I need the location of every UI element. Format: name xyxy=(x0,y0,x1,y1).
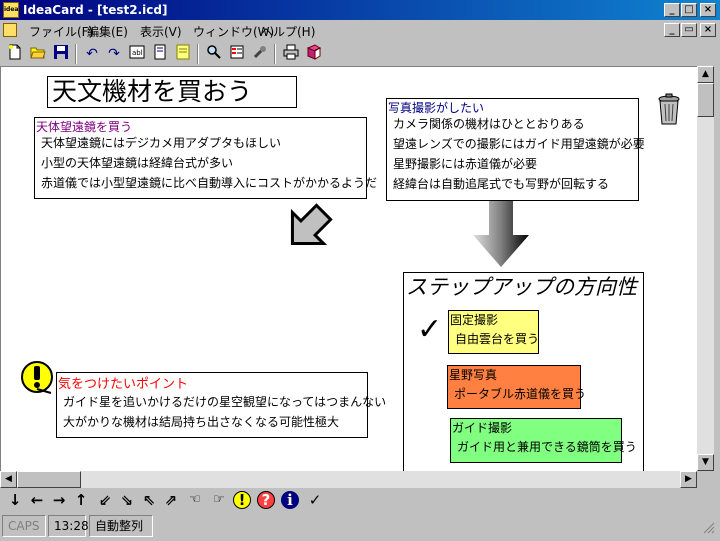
redo-icon[interactable]: ↷ xyxy=(104,44,124,64)
arrow-up-right-icon[interactable]: ⇗ xyxy=(161,490,181,510)
minimize-button[interactable]: _ xyxy=(664,3,680,17)
new-icon[interactable] xyxy=(5,44,25,64)
card-row: ガイド星を追いかけるだけの星空観望になってはつまんない xyxy=(63,395,387,409)
arrow-right-icon[interactable]: → xyxy=(49,490,69,510)
open-icon[interactable] xyxy=(28,44,48,64)
card-row: 小型の天体望遠鏡は経緯台式が多い xyxy=(41,156,234,170)
diagonal-arrow-icon[interactable] xyxy=(282,202,334,254)
check-icon[interactable]: ✓ xyxy=(305,490,325,510)
scroll-down-button[interactable]: ▼ xyxy=(697,454,714,471)
card-canvas[interactable]: 天文機材を買おう 天体望遠鏡を買う 天体望遠鏡にはデジカメ用アダプタもほしい 小… xyxy=(0,66,697,471)
card-row: 経緯台は自動追尾式でも写野が回転する xyxy=(393,177,610,191)
menu-view[interactable]: 表示(V) xyxy=(140,23,182,40)
close-button[interactable]: × xyxy=(700,3,716,17)
horizontal-scrollbar[interactable]: ◀ ▶ xyxy=(0,471,697,488)
vertical-scrollbar[interactable]: ▲ ▼ xyxy=(697,66,714,471)
card-icon[interactable] xyxy=(150,44,170,64)
maximize-button[interactable]: □ xyxy=(681,3,697,17)
card-title: 星野写真 xyxy=(449,368,498,382)
undo-icon[interactable]: ↶ xyxy=(82,44,102,64)
note-icon[interactable] xyxy=(173,44,193,64)
menu-edit[interactable]: 編集(E) xyxy=(87,23,128,40)
svg-text:abl: abl xyxy=(132,49,143,57)
card-star-field[interactable]: 星野写真 ポータブル赤道儀を買う xyxy=(447,365,586,409)
document-icon[interactable] xyxy=(3,23,17,37)
card-row: 星野撮影には赤道儀が必要 xyxy=(393,157,538,171)
wrench-icon[interactable] xyxy=(250,44,270,64)
card-title: 固定撮影 xyxy=(450,313,499,327)
doc-close-button[interactable]: × xyxy=(700,23,716,37)
save-icon[interactable] xyxy=(51,44,71,64)
trash-icon[interactable] xyxy=(655,93,683,127)
info-icon[interactable]: i xyxy=(281,491,299,509)
auto-arrange-status: 自動整列 xyxy=(89,515,153,537)
down-arrow-icon[interactable] xyxy=(471,201,531,267)
toolbar-separator xyxy=(197,44,199,64)
card-row: ポータブル赤道儀を買う xyxy=(454,387,587,401)
card-title: 気をつけたいポイント xyxy=(58,377,189,392)
exclamation-icon[interactable]: ! xyxy=(233,491,251,509)
title-card[interactable]: 天文機材を買おう xyxy=(47,76,297,108)
book-icon[interactable] xyxy=(304,44,324,64)
card-fixed-shooting[interactable]: 固定撮影 自由雲台を買う xyxy=(448,310,539,354)
scroll-left-button[interactable]: ◀ xyxy=(0,471,17,488)
main-toolbar: ↶ ↷ abl xyxy=(0,40,720,66)
title-bar: idea IdeaCard - [test2.icd] _ □ × xyxy=(0,0,720,20)
status-bar: CAPS 13:28 自動整列 xyxy=(0,512,720,540)
title-card-text: 天文機材を買おう xyxy=(52,77,253,106)
hand-right-icon[interactable]: ☞ xyxy=(209,490,229,510)
card-caution[interactable]: 気をつけたいポイント ガイド星を追いかけるだけの星空観望になってはつまんない 大… xyxy=(56,372,386,438)
print-icon[interactable] xyxy=(281,44,301,64)
arrow-down-icon[interactable]: ↓ xyxy=(5,490,25,510)
card-row: 望遠レンズでの撮影にはガイド用望遠鏡が必要 xyxy=(393,137,645,151)
app-icon[interactable]: idea xyxy=(3,2,19,18)
card-telescope[interactable]: 天体望遠鏡を買う 天体望遠鏡にはデジカメ用アダプタもほしい 小型の天体望遠鏡は経… xyxy=(34,117,377,199)
card-row: 天体望遠鏡にはデジカメ用アダプタもほしい xyxy=(41,136,282,150)
card-title: ガイド撮影 xyxy=(452,421,513,435)
card-row: 自由雲台を買う xyxy=(455,332,540,346)
checkmark-icon[interactable]: ✓ xyxy=(417,315,442,345)
resize-grip-icon[interactable] xyxy=(700,515,718,537)
vertical-scroll-thumb[interactable] xyxy=(697,83,714,117)
menu-bar: ファイル(F) 編集(E) 表示(V) ウィンドウ(W) ヘルプ(H) _ ▭ … xyxy=(0,20,720,40)
window-title: IdeaCard - [test2.icd] xyxy=(23,3,168,17)
card-title: 写真撮影がしたい xyxy=(388,101,485,115)
arrow-down-left-icon[interactable]: ⇙ xyxy=(95,490,115,510)
text-card-icon[interactable]: abl xyxy=(127,44,147,64)
arrow-up-left-icon[interactable]: ⇖ xyxy=(139,490,159,510)
card-row: 大がかりな機材は結局持ち出さなくなる可能性極大 xyxy=(63,415,340,429)
scroll-right-button[interactable]: ▶ xyxy=(680,471,697,488)
card-row: カメラ関係の機材はひととおりある xyxy=(393,117,585,131)
hand-left-icon[interactable]: ☜ xyxy=(185,490,205,510)
question-icon[interactable]: ? xyxy=(257,491,275,509)
toolbar-separator xyxy=(274,44,276,64)
scroll-up-button[interactable]: ▲ xyxy=(697,66,714,83)
card-title: 天体望遠鏡を買う xyxy=(36,120,133,134)
arrow-up-icon[interactable]: ↑ xyxy=(71,490,91,510)
card-guided[interactable]: ガイド撮影 ガイド用と兼用できる鏡筒を買う xyxy=(450,418,637,463)
caution-icon[interactable] xyxy=(21,361,55,395)
connector-toolbar: ↓ ← → ↑ ⇙ ⇘ ⇖ ⇗ ☜ ☞!? i ✓ xyxy=(0,488,720,512)
doc-restore-button[interactable]: ▭ xyxy=(681,23,697,37)
list-icon[interactable] xyxy=(227,44,247,64)
card-title: ステップアップの方向性 xyxy=(406,275,637,299)
card-row: 赤道儀では小型望遠鏡に比べ自動導入にコストがかかるようだ xyxy=(41,176,378,190)
card-row: ガイド用と兼用できる鏡筒を買う xyxy=(457,440,637,454)
menu-file[interactable]: ファイル(F) xyxy=(29,23,93,40)
menu-help[interactable]: ヘルプ(H) xyxy=(261,23,315,40)
search-icon[interactable] xyxy=(204,44,224,64)
scroll-corner xyxy=(697,471,714,488)
toolbar-separator xyxy=(75,44,77,64)
doc-minimize-button[interactable]: _ xyxy=(664,23,680,37)
horizontal-scroll-thumb[interactable] xyxy=(17,471,81,488)
card-photo[interactable]: 写真撮影がしたい カメラ関係の機材はひととおりある 望遠レンズでの撮影にはガイド… xyxy=(386,98,645,201)
caps-indicator: CAPS xyxy=(2,515,46,537)
arrow-down-right-icon[interactable]: ⇘ xyxy=(117,490,137,510)
time-display: 13:28 xyxy=(48,515,89,537)
arrow-left-icon[interactable]: ← xyxy=(27,490,47,510)
